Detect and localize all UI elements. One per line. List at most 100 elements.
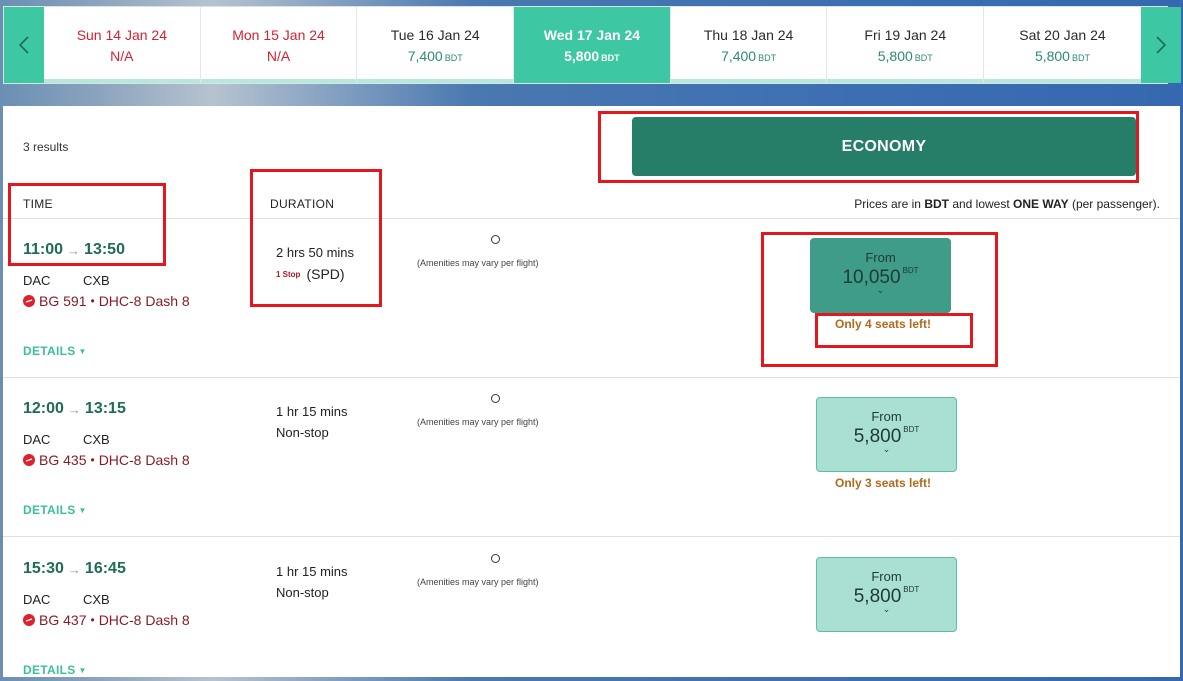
date-selector-bar: Sun 14 Jan 24 N/A Mon 15 Jan 24 N/A Tue …: [3, 6, 1181, 84]
flight-row: 15:30 → 16:45 DAC CXB BG 437 • DHC-8 Dash…: [3, 538, 1180, 681]
arrow-right-icon: →: [67, 401, 81, 417]
separator-dot: •: [90, 294, 95, 308]
date-cell-mon-15[interactable]: Mon 15 Jan 24 N/A: [200, 7, 358, 83]
date-label: Mon 15 Jan 24: [232, 27, 325, 43]
date-label: Tue 16 Jan 24: [390, 27, 480, 43]
flight-row: 12:00 → 13:15 DAC CXB BG 435 • DHC-8 Dash…: [3, 378, 1180, 537]
date-price: N/A: [110, 48, 134, 64]
date-cell-sat-20[interactable]: Sat 20 Jan 24 5,800 BDT: [984, 7, 1141, 83]
previous-dates-button[interactable]: [4, 7, 44, 83]
fare-button[interactable]: From 5,800 BDT ⌄: [816, 397, 957, 472]
fare-button[interactable]: From 5,800 BDT ⌄: [816, 557, 957, 632]
date-price: 7,400 BDT: [721, 48, 777, 64]
flight-code: BG 437: [39, 612, 87, 628]
flight-code: BG 435: [39, 452, 87, 468]
flight-duration: 2 hrs 50 mins: [276, 245, 355, 260]
date-price: 5,800 BDT: [877, 48, 933, 64]
details-toggle[interactable]: DETAILS ▼: [23, 663, 87, 677]
date-label: Wed 17 Jan 24: [543, 27, 641, 43]
amenity-icon: [491, 235, 500, 244]
flight-airports: DAC CXB: [23, 592, 110, 607]
stop-count: 1 Stop: [276, 269, 301, 279]
flight-number: BG 435 • DHC-8 Dash 8: [23, 452, 190, 468]
flight-number: BG 437 • DHC-8 Dash 8: [23, 612, 190, 628]
date-price: N/A: [266, 48, 291, 64]
flight-times: 15:30 → 16:45: [23, 560, 126, 578]
date-cell-wed-17-selected[interactable]: Wed 17 Jan 24 5,800 BDT: [514, 7, 671, 83]
arrow-right-icon: →: [67, 561, 81, 577]
date-cell-fri-19[interactable]: Fri 19 Jan 24 5,800 BDT: [827, 7, 985, 83]
flight-stops: 1 Stop (SPD): [276, 266, 345, 282]
amenities-note: (Amenities may vary per flight): [417, 417, 539, 427]
date-cells: Sun 14 Jan 24 N/A Mon 15 Jan 24 N/A Tue …: [44, 7, 1141, 83]
date-label: Thu 18 Jan 24: [703, 27, 794, 43]
depart-time: 11:00: [23, 241, 64, 258]
date-price: 7,400 BDT: [407, 48, 463, 64]
origin-code: DAC: [23, 592, 51, 607]
price-note: Prices are in BDT and lowest ONE WAY (pe…: [854, 197, 1160, 211]
separator-dot: •: [90, 453, 95, 467]
chevron-down-icon: ⌄: [876, 285, 885, 295]
fare-button[interactable]: From 10,050 BDT ⌄: [810, 238, 951, 313]
destination-code: CXB: [83, 273, 110, 288]
flight-row: 11:00 → 13:50 DAC CXB BG 591 • DHC-8 Dash…: [3, 219, 1180, 378]
date-cell-sun-14[interactable]: Sun 14 Jan 24 N/A: [44, 7, 201, 83]
aircraft-type: DHC-8 Dash 8: [98, 452, 190, 468]
results-count: 3 results: [23, 140, 69, 154]
origin-code: DAC: [23, 432, 51, 447]
date-price: 5,800 BDT: [1034, 48, 1090, 64]
economy-cabin-button[interactable]: ECONOMY: [632, 117, 1136, 176]
flight-times: 11:00 → 13:50: [23, 241, 125, 259]
date-label: Sat 20 Jan 24: [1019, 27, 1106, 43]
date-cell-tue-16[interactable]: Tue 16 Jan 24 7,400 BDT: [357, 7, 515, 83]
date-cell-thu-18[interactable]: Thu 18 Jan 24 7,400 BDT: [670, 7, 828, 83]
next-dates-button[interactable]: [1141, 7, 1181, 83]
flight-stops: Non-stop: [276, 585, 329, 600]
destination-code: CXB: [83, 592, 110, 607]
arrive-time: 13:15: [84, 400, 126, 417]
amenities-note: (Amenities may vary per flight): [417, 258, 539, 268]
stop-count: Non-stop: [276, 425, 329, 440]
caret-down-icon: ▼: [78, 666, 87, 675]
caret-down-icon: ▼: [78, 506, 87, 515]
fare-from-label: From: [865, 250, 896, 265]
depart-time: 12:00: [23, 400, 64, 417]
seats-left-warning: Only 4 seats left!: [835, 317, 932, 331]
arrive-time: 16:45: [84, 560, 126, 577]
chevron-down-icon: ⌄: [882, 444, 891, 454]
chevron-left-icon: [18, 36, 29, 54]
chevron-down-icon: ⌄: [882, 604, 891, 614]
fare-from-label: From: [871, 409, 902, 424]
amenity-icon: [491, 394, 500, 403]
flight-duration: 1 hr 15 mins: [276, 564, 348, 579]
destination-code: CXB: [83, 432, 110, 447]
date-label: Sun 14 Jan 24: [76, 27, 167, 43]
airline-logo-icon: [23, 614, 35, 626]
origin-code: DAC: [23, 273, 51, 288]
stop-count: Non-stop: [276, 585, 329, 600]
results-panel: 3 results ECONOMY TIME DURATION Prices a…: [3, 106, 1180, 677]
flight-number: BG 591 • DHC-8 Dash 8: [23, 293, 190, 309]
duration-column-header: DURATION: [270, 197, 335, 211]
caret-down-icon: ▼: [78, 347, 87, 356]
flight-times: 12:00 → 13:15: [23, 400, 126, 418]
details-toggle[interactable]: DETAILS ▼: [23, 503, 87, 517]
details-toggle[interactable]: DETAILS ▼: [23, 344, 87, 358]
arrow-right-icon: →: [67, 242, 81, 258]
amenity-icon: [491, 554, 500, 563]
airline-logo-icon: [23, 295, 35, 307]
date-label: Fri 19 Jan 24: [864, 27, 947, 43]
aircraft-type: DHC-8 Dash 8: [98, 293, 190, 309]
airline-logo-icon: [23, 454, 35, 466]
aircraft-type: DHC-8 Dash 8: [98, 612, 190, 628]
separator-dot: •: [90, 613, 95, 627]
time-column-header: TIME: [23, 197, 53, 211]
arrive-time: 13:50: [84, 241, 125, 258]
depart-time: 15:30: [23, 560, 64, 577]
flight-code: BG 591: [39, 293, 87, 309]
fare-from-label: From: [871, 569, 902, 584]
amenities-note: (Amenities may vary per flight): [417, 577, 539, 587]
flight-airports: DAC CXB: [23, 432, 110, 447]
stop-via: (SPD): [306, 266, 345, 282]
flight-duration: 1 hr 15 mins: [276, 404, 348, 419]
